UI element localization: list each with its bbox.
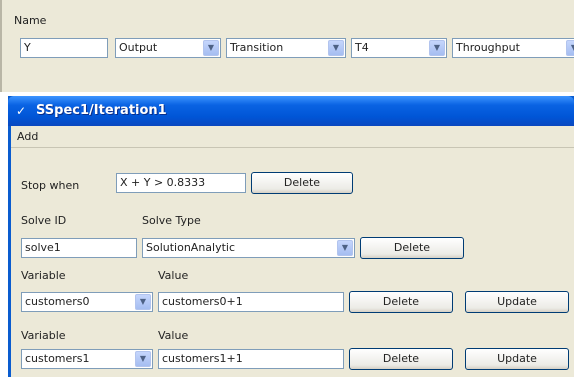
solve-type-label: Solve Type (142, 214, 201, 227)
solve-id-field[interactable]: solve1 (21, 238, 137, 258)
top-panel: Name Y Output ▼ Transition ▼ T4 ▼ Throug… (0, 0, 574, 92)
menu-add[interactable]: Add (17, 130, 38, 143)
chevron-down-icon[interactable]: ▼ (429, 40, 445, 56)
iteration-window: ✓ SSpec1/Iteration1 Add Stop when X + Y … (8, 96, 574, 377)
chevron-down-icon[interactable]: ▼ (203, 40, 219, 56)
chevron-down-icon[interactable]: ▼ (337, 240, 353, 256)
value-field[interactable]: customers0+1 (158, 292, 344, 312)
solve-delete-button[interactable]: Delete (360, 237, 464, 259)
stop-delete-button[interactable]: Delete (251, 172, 353, 194)
element-value: T4 (355, 41, 369, 54)
element-type-value: Transition (230, 41, 284, 54)
stop-when-label: Stop when (21, 179, 80, 192)
solve-type-value: SolutionAnalytic (146, 241, 236, 254)
window-title: SSpec1/Iteration1 (36, 103, 167, 118)
check-icon: ✓ (16, 104, 27, 118)
chevron-down-icon[interactable]: ▼ (135, 351, 151, 367)
variable-value: customers1 (25, 352, 90, 365)
chevron-down-icon[interactable]: ▼ (135, 294, 151, 310)
name-label: Name (14, 14, 47, 27)
variable-value: customers0 (25, 295, 90, 308)
direction-combo[interactable]: Output ▼ (115, 38, 221, 58)
value-field[interactable]: customers1+1 (158, 349, 344, 369)
variable-update-button[interactable]: Update (465, 348, 569, 370)
value-label: Value (158, 269, 189, 282)
variable-delete-button[interactable]: Delete (349, 291, 453, 313)
metric-value: Throughput (456, 41, 520, 54)
direction-value: Output (119, 41, 158, 54)
variable-label: Variable (21, 329, 66, 342)
chevron-down-icon[interactable]: ▼ (328, 40, 344, 56)
stop-condition-field[interactable]: X + Y > 0.8333 (116, 173, 246, 193)
menu-bar: Add (11, 126, 574, 148)
chevron-down-icon[interactable]: ▼ (566, 40, 574, 56)
variable-update-button[interactable]: Update (465, 291, 569, 313)
variable-combo[interactable]: customers1 ▼ (21, 349, 153, 369)
name-field[interactable]: Y (20, 38, 108, 58)
variable-delete-button[interactable]: Delete (349, 348, 453, 370)
window-content: Stop when X + Y > 0.8333 Delete Solve ID… (11, 148, 574, 377)
value-label: Value (158, 329, 189, 342)
element-combo[interactable]: T4 ▼ (351, 38, 447, 58)
solve-id-label: Solve ID (21, 214, 67, 227)
variable-label: Variable (21, 269, 66, 282)
solve-type-combo[interactable]: SolutionAnalytic ▼ (142, 238, 355, 258)
metric-combo[interactable]: Throughput ▼ (452, 38, 574, 58)
variable-combo[interactable]: customers0 ▼ (21, 292, 153, 312)
window-titlebar[interactable]: ✓ SSpec1/Iteration1 (8, 96, 574, 126)
element-type-combo[interactable]: Transition ▼ (226, 38, 346, 58)
